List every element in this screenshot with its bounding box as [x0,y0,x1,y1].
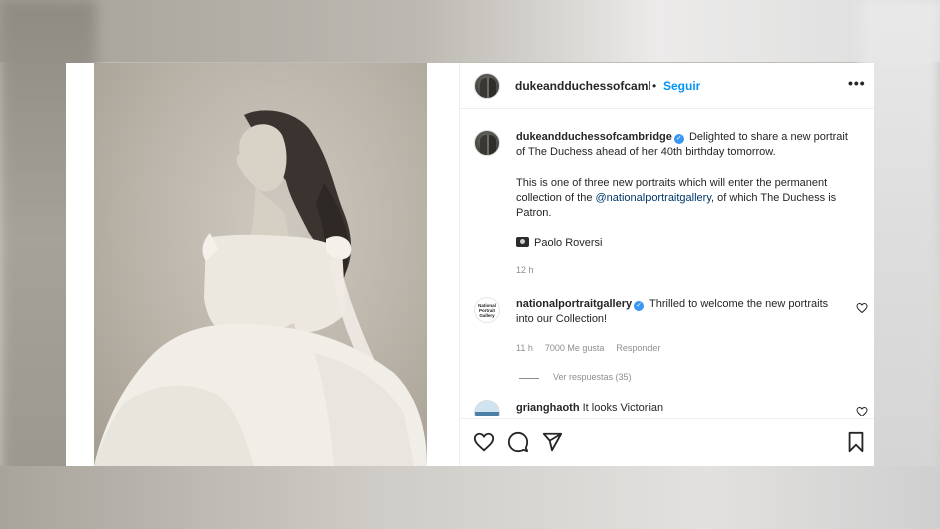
portrait-photo[interactable] [94,63,427,466]
comment-1-meta: 11 h 7000 Me gusta Responder [516,343,672,353]
follow-button[interactable]: Seguir [663,79,700,93]
caption-paragraph-2: This is one of three new portraits which… [516,176,856,221]
comment-1-text-2: into our Collection! [516,313,608,325]
caption-line-4a: collection of the [516,192,593,204]
portrait-illustration [94,110,427,466]
post-action-bar [460,418,874,466]
view-replies-button[interactable]: Ver respuestas (35) [553,372,632,382]
backdrop-bottom [0,466,940,529]
instagram-post-card: dukeandduchessofcambric • Seguir ••• duk… [66,63,874,466]
backdrop-top [0,0,940,62]
caption-line-2: of The Duchess ahead of her 40th birthda… [516,146,776,158]
photographer-name: Paolo Roversi [534,237,603,249]
comment-2: grianghaoth It looks Victorian [516,401,856,416]
photographer-credit: Paolo Roversi [516,236,856,251]
comment-2-heart-icon[interactable] [856,406,868,416]
header-username[interactable]: dukeandduchessofcambric [515,79,650,93]
camera-icon [516,237,529,247]
post-header: dukeandduchessofcambric • Seguir ••• [460,63,874,109]
comment-1-text-1: Thrilled to welcome the new portraits [649,298,829,310]
caption-author-avatar[interactable] [474,130,500,156]
post-media [66,63,427,466]
comment-icon[interactable] [507,431,529,453]
replies-divider [519,378,539,379]
verified-badge-icon: ✓ [673,134,684,144]
bookmark-icon[interactable] [846,431,866,453]
heart-icon[interactable] [473,431,495,453]
comment-1-username[interactable]: nationalportraitgallery [516,298,632,310]
caption-line-1: Delighted to share a new portrait [688,131,848,143]
comment-1-reply-button[interactable]: Responder [616,343,660,353]
follow-separator: • [652,79,657,93]
mention-link[interactable]: @nationalportraitgallery [596,192,712,204]
caption-line-3: This is one of three new portraits which… [516,177,828,189]
verified-badge-icon: ✓ [634,301,645,311]
comment-2-username[interactable]: grianghaoth [516,402,580,414]
comment-1-likes[interactable]: 7000 Me gusta [545,343,605,353]
comment-1-time: 11 h [516,343,533,353]
comment-1-heart-icon[interactable] [856,302,868,314]
caption-line-4b: , of which The Duchess is [711,192,837,204]
post-caption: dukeandduchessofcambridge ✓ Delighted to … [516,130,856,160]
more-options-icon[interactable]: ••• [848,75,866,91]
npg-avatar-text: National Portrait Gallery [478,302,496,318]
post-sidebar: dukeandduchessofcambric • Seguir ••• duk… [459,63,874,466]
caption-line-5: Patron. [516,207,552,219]
send-icon[interactable] [541,431,563,453]
npg-avatar[interactable]: National Portrait Gallery [474,297,500,323]
comment-2-text: It looks Victorian [582,402,664,414]
grianghaoth-avatar[interactable] [474,400,500,416]
caption-timestamp: 12 h [516,265,534,275]
comment-1: nationalportraitgallery ✓ Thrilled to wel… [516,297,846,327]
comments-list[interactable]: dukeandduchessofcambridge ✓ Delighted to … [460,110,874,416]
caption-username[interactable]: dukeandduchessofcambridge [516,131,672,143]
author-avatar[interactable] [474,73,500,99]
